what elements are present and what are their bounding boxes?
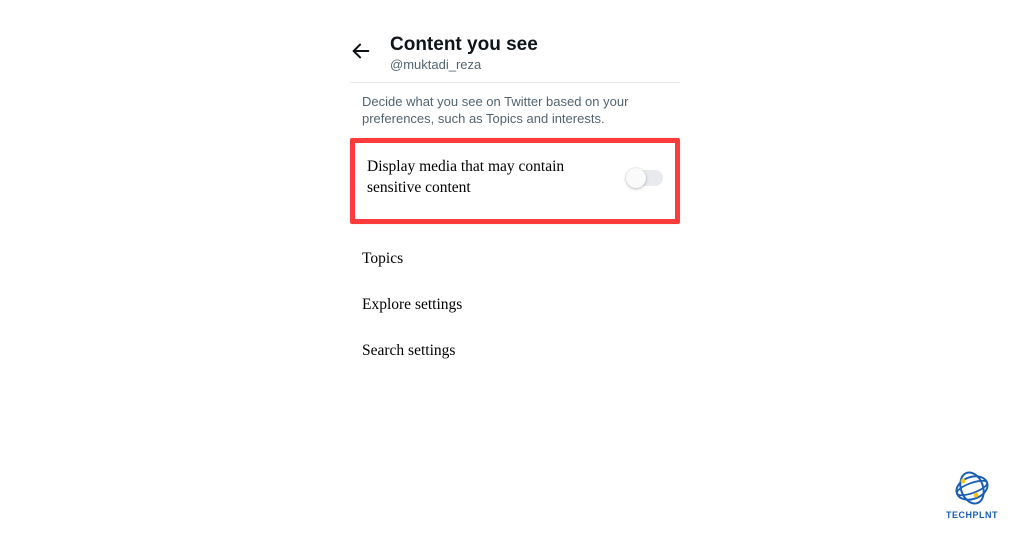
username: @muktadi_reza — [390, 57, 538, 72]
globe-icon — [952, 468, 992, 508]
nav-item-explore-settings[interactable]: Explore settings — [350, 282, 680, 328]
nav-item-search-settings[interactable]: Search settings — [350, 328, 680, 374]
branding-logo: TECHPLNT — [946, 468, 998, 520]
branding-name: TECHPLNT — [946, 510, 998, 520]
page-header: Content you see @muktadi_reza — [350, 30, 680, 83]
back-arrow-icon[interactable] — [350, 40, 372, 67]
sensitive-content-toggle[interactable] — [627, 170, 663, 186]
nav-item-topics[interactable]: Topics — [350, 236, 680, 282]
sensitive-content-label: Display media that may contain sensitive… — [367, 157, 617, 199]
page-description: Decide what you see on Twitter based on … — [350, 83, 680, 138]
header-text: Content you see @muktadi_reza — [390, 34, 538, 72]
page-title: Content you see — [390, 34, 538, 56]
toggle-knob — [626, 168, 646, 188]
settings-panel: Content you see @muktadi_reza Decide wha… — [350, 30, 680, 374]
sensitive-content-row[interactable]: Display media that may contain sensitive… — [350, 138, 680, 224]
